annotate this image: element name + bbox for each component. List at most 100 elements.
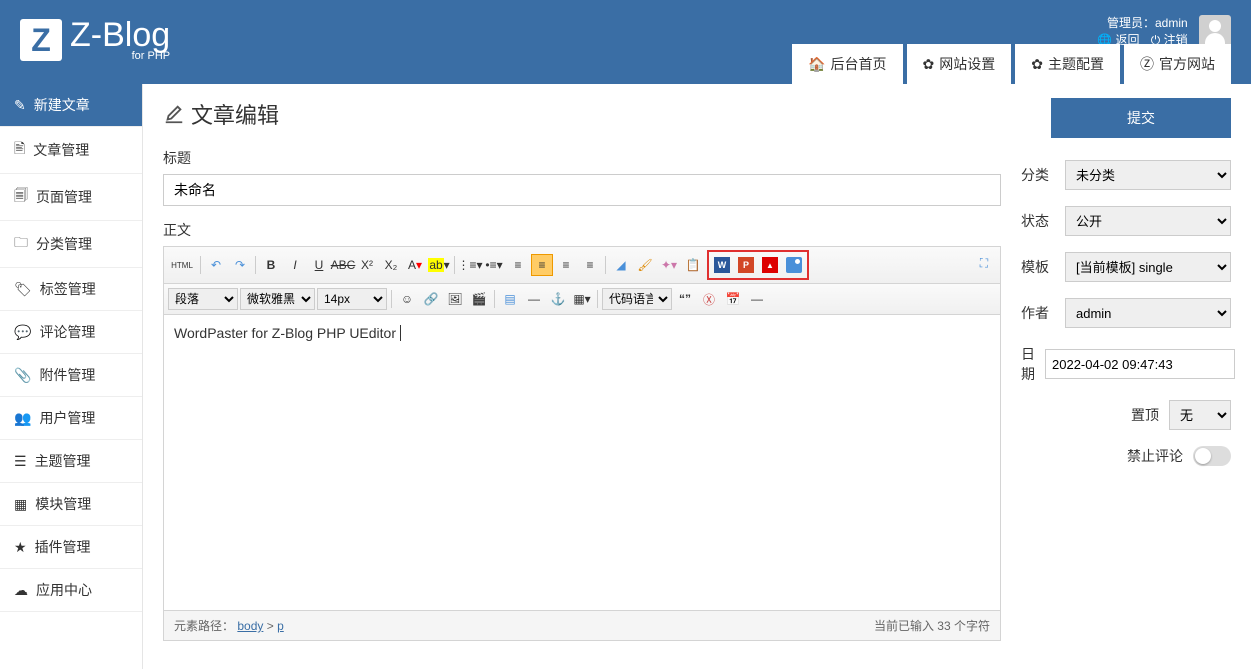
avatar[interactable] bbox=[1199, 15, 1231, 47]
user-label: 管理员：admin bbox=[1089, 14, 1188, 31]
logo[interactable]: Z Z-Blog for PHP bbox=[20, 18, 170, 62]
align-right-button[interactable]: ≡ bbox=[555, 254, 577, 276]
list-icon: ☰ bbox=[14, 453, 27, 470]
sidebar-item-users[interactable]: 👥用户管理 bbox=[0, 397, 142, 440]
align-left-button[interactable]: ≡ bbox=[507, 254, 529, 276]
bold-button[interactable]: B bbox=[260, 254, 282, 276]
ppt-paste-button[interactable]: P bbox=[735, 254, 757, 276]
magic-button[interactable]: ✦▾ bbox=[658, 254, 680, 276]
unordered-list-button[interactable]: •≡▾ bbox=[483, 254, 505, 276]
editor-footer: 元素路径： body > p 当前已输入 33 个字符 bbox=[164, 610, 1000, 640]
image-paste-button[interactable] bbox=[783, 254, 805, 276]
paste-highlight-group: W P ▲ bbox=[707, 250, 809, 280]
date-button[interactable]: 📅 bbox=[722, 288, 744, 310]
size-select[interactable]: 14px bbox=[317, 288, 387, 310]
submit-button[interactable]: 提交 bbox=[1051, 98, 1231, 138]
superscript-button[interactable]: X² bbox=[356, 254, 378, 276]
pdf-paste-button[interactable]: ▲ bbox=[759, 254, 781, 276]
editor: HTML ↶ ↷ B I U ABC X² X₂ A▾ ab▾ bbox=[163, 246, 1001, 641]
video-button[interactable]: 🎬 bbox=[468, 288, 490, 310]
redo-button[interactable]: ↷ bbox=[229, 254, 251, 276]
sidebar-item-attachments[interactable]: 📎附件管理 bbox=[0, 354, 142, 397]
sidebar-item-comments[interactable]: 💬评论管理 bbox=[0, 311, 142, 354]
template-select[interactable]: [当前模板] single bbox=[1065, 252, 1231, 282]
editor-toolbar-row1: HTML ↶ ↷ B I U ABC X² X₂ A▾ ab▾ bbox=[164, 247, 1000, 284]
font-select[interactable]: 微软雅黑 bbox=[240, 288, 315, 310]
sidebar-item-pages[interactable]: 🗐页面管理 bbox=[0, 174, 142, 221]
sidebar-item-new-post[interactable]: ✎新建文章 bbox=[0, 84, 142, 127]
italic-button[interactable]: I bbox=[284, 254, 306, 276]
sticky-label: 置顶 bbox=[1021, 405, 1159, 425]
side-panel: 提交 分类 未分类 状态 公开 模板 [当前模板] single 作者 admi… bbox=[1021, 98, 1231, 655]
image-icon bbox=[786, 257, 802, 273]
format-select[interactable]: 段落 bbox=[168, 288, 238, 310]
hr-button[interactable]: — bbox=[523, 288, 545, 310]
author-label: 作者 bbox=[1021, 303, 1055, 323]
body-label: 正文 bbox=[163, 220, 1001, 240]
table-button[interactable]: ▦▾ bbox=[571, 288, 593, 310]
path-p[interactable]: p bbox=[277, 619, 284, 633]
grid-icon: ▦ bbox=[14, 496, 27, 513]
fullscreen-button[interactable]: ⛶ bbox=[973, 252, 995, 274]
word-paste-button[interactable]: W bbox=[711, 254, 733, 276]
copy-icon: 🗐 bbox=[14, 185, 28, 209]
header: Z Z-Blog for PHP 管理员：admin 🌐 返回 ⏻ 注销 🏠后台… bbox=[0, 0, 1251, 84]
title-label: 标题 bbox=[163, 148, 1001, 168]
page-title: 文章编辑 bbox=[163, 98, 1001, 130]
layout-button[interactable]: ▤ bbox=[499, 288, 521, 310]
attach-icon: 📎 bbox=[14, 367, 31, 384]
clipboard-button[interactable]: 📋 bbox=[682, 254, 704, 276]
sidebar-item-posts[interactable]: 🖹文章管理 bbox=[0, 127, 142, 174]
editor-toolbar-row2: 段落 微软雅黑 14px ☺ 🔗 🖼 🎬 ▤ — ⚓ ▦▾ bbox=[164, 284, 1000, 315]
author-select[interactable]: admin bbox=[1065, 298, 1231, 328]
sidebar-item-appcenter[interactable]: ☁应用中心 bbox=[0, 569, 142, 612]
ordered-list-button[interactable]: ⋮≡▾ bbox=[459, 254, 481, 276]
emoji-button[interactable]: ☺ bbox=[396, 288, 418, 310]
backcolor-button[interactable]: ab▾ bbox=[428, 254, 450, 276]
remove-format-button[interactable]: Ⓧ bbox=[698, 288, 720, 310]
edit-icon bbox=[163, 103, 185, 125]
align-center-button[interactable]: ≡ bbox=[531, 254, 553, 276]
char-count: 当前已输入 33 个字符 bbox=[874, 617, 990, 634]
image-button[interactable]: 🖼 bbox=[444, 288, 466, 310]
tab-dashboard[interactable]: 🏠后台首页 bbox=[792, 44, 902, 84]
status-select[interactable]: 公开 bbox=[1065, 206, 1231, 236]
strike-button[interactable]: ABC bbox=[332, 254, 354, 276]
date-input[interactable] bbox=[1045, 349, 1235, 379]
category-select[interactable]: 未分类 bbox=[1065, 160, 1231, 190]
subscript-button[interactable]: X₂ bbox=[380, 254, 402, 276]
logo-icon: Z bbox=[20, 19, 62, 61]
editor-body[interactable]: WordPaster for Z-Blog PHP UEditor bbox=[164, 315, 1000, 610]
eraser-button[interactable]: ◢ bbox=[610, 254, 632, 276]
quote-button[interactable]: “” bbox=[674, 288, 696, 310]
tab-theme[interactable]: ✿主题配置 bbox=[1015, 44, 1120, 84]
home-icon: 🏠 bbox=[808, 56, 825, 73]
format-brush-button[interactable]: 🖌 bbox=[634, 254, 656, 276]
sidebar-item-categories[interactable]: 🗀分类管理 bbox=[0, 221, 142, 268]
globe-icon: Ⓩ bbox=[1140, 54, 1154, 74]
forecolor-button[interactable]: A▾ bbox=[404, 254, 426, 276]
nocomment-toggle[interactable] bbox=[1193, 446, 1231, 466]
anchor-button[interactable]: ⚓ bbox=[547, 288, 569, 310]
tab-official[interactable]: Ⓩ官方网站 bbox=[1124, 44, 1231, 84]
folder-icon: 🗀 bbox=[14, 232, 28, 256]
align-justify-button[interactable]: ≡ bbox=[579, 254, 601, 276]
sidebar-item-themes[interactable]: ☰主题管理 bbox=[0, 440, 142, 483]
html-button[interactable]: HTML bbox=[168, 254, 196, 276]
undo-button[interactable]: ↶ bbox=[205, 254, 227, 276]
top-tabs: 🏠后台首页 ✿网站设置 ✿主题配置 Ⓩ官方网站 bbox=[788, 44, 1231, 84]
sticky-select[interactable]: 无 bbox=[1169, 400, 1231, 430]
comment-icon: 💬 bbox=[14, 324, 31, 341]
code-lang-select[interactable]: 代码语言 bbox=[602, 288, 672, 310]
sidebar-item-modules[interactable]: ▦模块管理 bbox=[0, 483, 142, 526]
underline-button[interactable]: U bbox=[308, 254, 330, 276]
logo-text: Z-Blog bbox=[70, 18, 170, 52]
title-input[interactable] bbox=[163, 174, 1001, 206]
sidebar-item-plugins[interactable]: ★插件管理 bbox=[0, 526, 142, 569]
sidebar-item-tags[interactable]: 🏷标签管理 bbox=[0, 268, 142, 311]
pagebreak-button[interactable]: — bbox=[746, 288, 768, 310]
users-icon: 👥 bbox=[14, 410, 31, 427]
path-body[interactable]: body bbox=[237, 619, 263, 633]
tab-settings[interactable]: ✿网站设置 bbox=[907, 44, 1012, 84]
link-button[interactable]: 🔗 bbox=[420, 288, 442, 310]
